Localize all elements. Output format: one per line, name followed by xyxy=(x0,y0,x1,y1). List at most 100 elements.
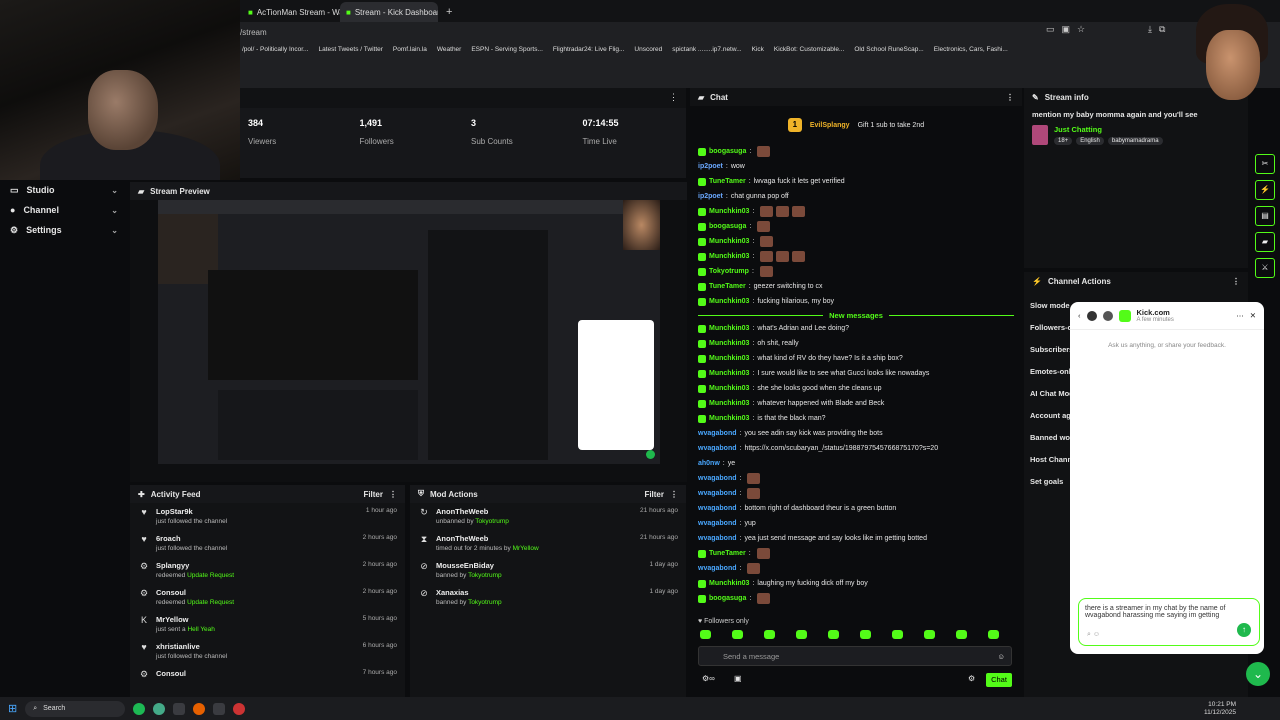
chat-username[interactable]: Munchkin03 xyxy=(709,385,749,392)
bookmark-item[interactable]: Unscored xyxy=(634,46,662,53)
more-icon[interactable]: ⋮ xyxy=(389,490,397,499)
chat-message[interactable]: Tokyotrump: xyxy=(698,264,1014,279)
chat-username[interactable]: ip2poet xyxy=(698,163,723,170)
category-label[interactable]: Just Chatting xyxy=(1054,125,1163,134)
mod-by-username[interactable]: Tokyotrump xyxy=(468,599,502,606)
chat-username[interactable]: TuneTamer xyxy=(709,178,746,185)
chat-message[interactable]: wvagabond: xyxy=(698,486,1014,501)
x-icon[interactable] xyxy=(213,702,226,715)
mod-action-row[interactable]: ↻ AnonTheWeeb unbanned by Tokyotrump 21 … xyxy=(410,503,686,530)
activity-username[interactable]: MrYellow xyxy=(156,615,215,624)
chat-message[interactable]: Munchkin03: what's Adrian and Lee doing? xyxy=(698,321,1014,336)
stream-preview-video[interactable] xyxy=(158,200,660,464)
activity-row[interactable]: ♥ xhristianlive just followed the channe… xyxy=(130,638,405,665)
chat-username[interactable]: Munchkin03 xyxy=(709,298,749,305)
spotify-icon[interactable] xyxy=(133,702,146,715)
bookmark-item[interactable]: KickBot: Customizable... xyxy=(774,46,844,53)
chat-message[interactable]: TuneTamer: geezer switching to cx xyxy=(698,279,1014,294)
chat-message[interactable]: ip2poet: wow xyxy=(698,159,1014,174)
chat-username[interactable]: wvagabond xyxy=(698,520,737,527)
gear-icon[interactable]: ⚙ xyxy=(968,674,975,683)
activity-row[interactable]: ♥ LopStar9k just followed the channel 1 … xyxy=(130,503,405,530)
chat-username[interactable]: Munchkin03 xyxy=(709,370,749,377)
chat-username[interactable]: Munchkin03 xyxy=(709,238,749,245)
emote-icon[interactable] xyxy=(732,630,743,639)
bookmark-item[interactable]: Latest Tweets / Twitter xyxy=(318,46,382,53)
bookmark-item[interactable]: ESPN - Serving Sports... xyxy=(471,46,543,53)
tab-kick-dashboard[interactable]: ■Stream - Kick Dashboard✕ xyxy=(340,2,438,22)
chat-username[interactable]: wvagabond xyxy=(698,445,737,452)
sword-icon[interactable]: ⚔ xyxy=(1255,258,1275,278)
attach-icon[interactable]: ⌕ ☺ xyxy=(1087,631,1100,639)
sidebar-item-settings[interactable]: ⚙ Settings ⌄ xyxy=(0,220,128,240)
chat-message[interactable]: ah0nw: ye xyxy=(698,456,1014,471)
close-icon[interactable]: ✕ xyxy=(1250,311,1256,320)
tab-stream-watch[interactable]: ■AcTionMan Stream - Watch✕ xyxy=(242,2,340,22)
chat-bubble-icon[interactable]: ▰ xyxy=(1255,232,1275,252)
chat-message[interactable]: Munchkin03: xyxy=(698,234,1014,249)
chat-message[interactable]: Munchkin03: laughing my fucking dick off… xyxy=(698,576,1014,591)
chat-username[interactable]: Munchkin03 xyxy=(709,415,749,422)
chat-message[interactable]: Munchkin03: xyxy=(698,204,1014,219)
filter-button[interactable]: Filter xyxy=(363,490,383,499)
star-icon[interactable]: ☆ xyxy=(1077,24,1085,35)
settings-icon[interactable]: ⚙∞ xyxy=(702,674,715,683)
emote-icon[interactable] xyxy=(956,630,967,639)
mod-action-row[interactable]: ⊘ Xanaxias banned by Tokyotrump 1 day ag… xyxy=(410,584,686,611)
chat-message[interactable]: wvagabond: yea just send message and say… xyxy=(698,531,1014,546)
filter-button[interactable]: Filter xyxy=(644,490,664,499)
mod-by-username[interactable]: Tokyotrump xyxy=(475,518,509,525)
steam-icon[interactable] xyxy=(173,702,186,715)
chat-message[interactable]: TuneTamer: lwvaga fuck it lets get verif… xyxy=(698,174,1014,189)
chat-message[interactable]: Munchkin03: fucking hilarious, my boy xyxy=(698,294,1014,309)
chat-username[interactable]: Munchkin03 xyxy=(709,580,749,587)
chat-username[interactable]: ip2poet xyxy=(698,193,723,200)
chat-username[interactable]: Tokyotrump xyxy=(709,268,749,275)
chat-username[interactable]: Munchkin03 xyxy=(709,400,749,407)
chat-message[interactable]: boogasuga: xyxy=(698,219,1014,234)
emote-icon[interactable] xyxy=(796,630,807,639)
chrome-icon[interactable] xyxy=(153,702,166,715)
bookmark-item[interactable]: Electronics, Cars, Fashi... xyxy=(934,46,1008,53)
chat-username[interactable]: wvagabond xyxy=(698,475,737,482)
chat-username[interactable]: ah0nw xyxy=(698,460,720,467)
chat-message[interactable]: ip2poet: chat gunna pop off xyxy=(698,189,1014,204)
activity-username[interactable]: Consoul xyxy=(156,588,234,597)
back-icon[interactable]: ‹ xyxy=(1078,311,1081,320)
mod-action-row[interactable]: ⧗ AnonTheWeeb timed out for 2 minutes by… xyxy=(410,530,686,557)
mod-target-username[interactable]: AnonTheWeeb xyxy=(436,534,539,543)
emote-icon[interactable] xyxy=(764,630,775,639)
sidebar-item-studio[interactable]: ▭ Studio ⌄ xyxy=(0,180,128,200)
chat-message[interactable]: Munchkin03: she she looks good when she … xyxy=(698,381,1014,396)
more-icon[interactable]: ⋮ xyxy=(1232,277,1240,286)
chat-username[interactable]: wvagabond xyxy=(698,490,737,497)
chat-message[interactable]: Munchkin03: what kind of RV do they have… xyxy=(698,351,1014,366)
mod-by-username[interactable]: Tokyotrump xyxy=(468,572,502,579)
support-chat-button[interactable]: ⌄ xyxy=(1246,662,1270,686)
emote-icon[interactable] xyxy=(892,630,903,639)
chat-username[interactable]: Munchkin03 xyxy=(709,355,749,362)
extensions-icon[interactable]: ⧉ xyxy=(1159,24,1165,35)
chat-message[interactable]: wvagabond: yup xyxy=(698,516,1014,531)
support-message-input[interactable]: there is a streamer in my chat by the na… xyxy=(1078,598,1260,646)
more-icon[interactable]: ⋮ xyxy=(670,490,678,499)
chat-username[interactable]: boogasuga xyxy=(709,148,746,155)
tag-chip[interactable]: 18+ xyxy=(1054,137,1073,145)
activity-username[interactable]: 6roach xyxy=(156,534,227,543)
download-icon[interactable]: ⤓ xyxy=(1148,24,1152,35)
activity-row[interactable]: ⚙ Consoul 7 hours ago xyxy=(130,665,405,692)
chat-message[interactable]: boogasuga: xyxy=(698,591,1014,606)
new-tab-button[interactable]: + xyxy=(438,2,460,22)
mod-by-username[interactable]: MrYellow xyxy=(513,545,539,552)
chat-message[interactable]: Munchkin03: xyxy=(698,249,1014,264)
send-chat-button[interactable]: Chat xyxy=(986,673,1012,687)
pinned-gift-banner[interactable]: 1 EvilSplangy Gift 1 sub to take 2nd xyxy=(690,106,1022,144)
activity-row[interactable]: ⚙ Consoul redeemed Update Request 2 hour… xyxy=(130,584,405,611)
document-icon[interactable]: ▤ xyxy=(1255,206,1275,226)
chat-username[interactable]: Munchkin03 xyxy=(709,340,749,347)
mod-target-username[interactable]: AnonTheWeeb xyxy=(436,507,509,516)
clip-icon[interactable]: ✂ xyxy=(1255,154,1275,174)
chat-username[interactable]: boogasuga xyxy=(709,223,746,230)
chat-username[interactable]: wvagabond xyxy=(698,430,737,437)
emote-icon[interactable] xyxy=(828,630,839,639)
